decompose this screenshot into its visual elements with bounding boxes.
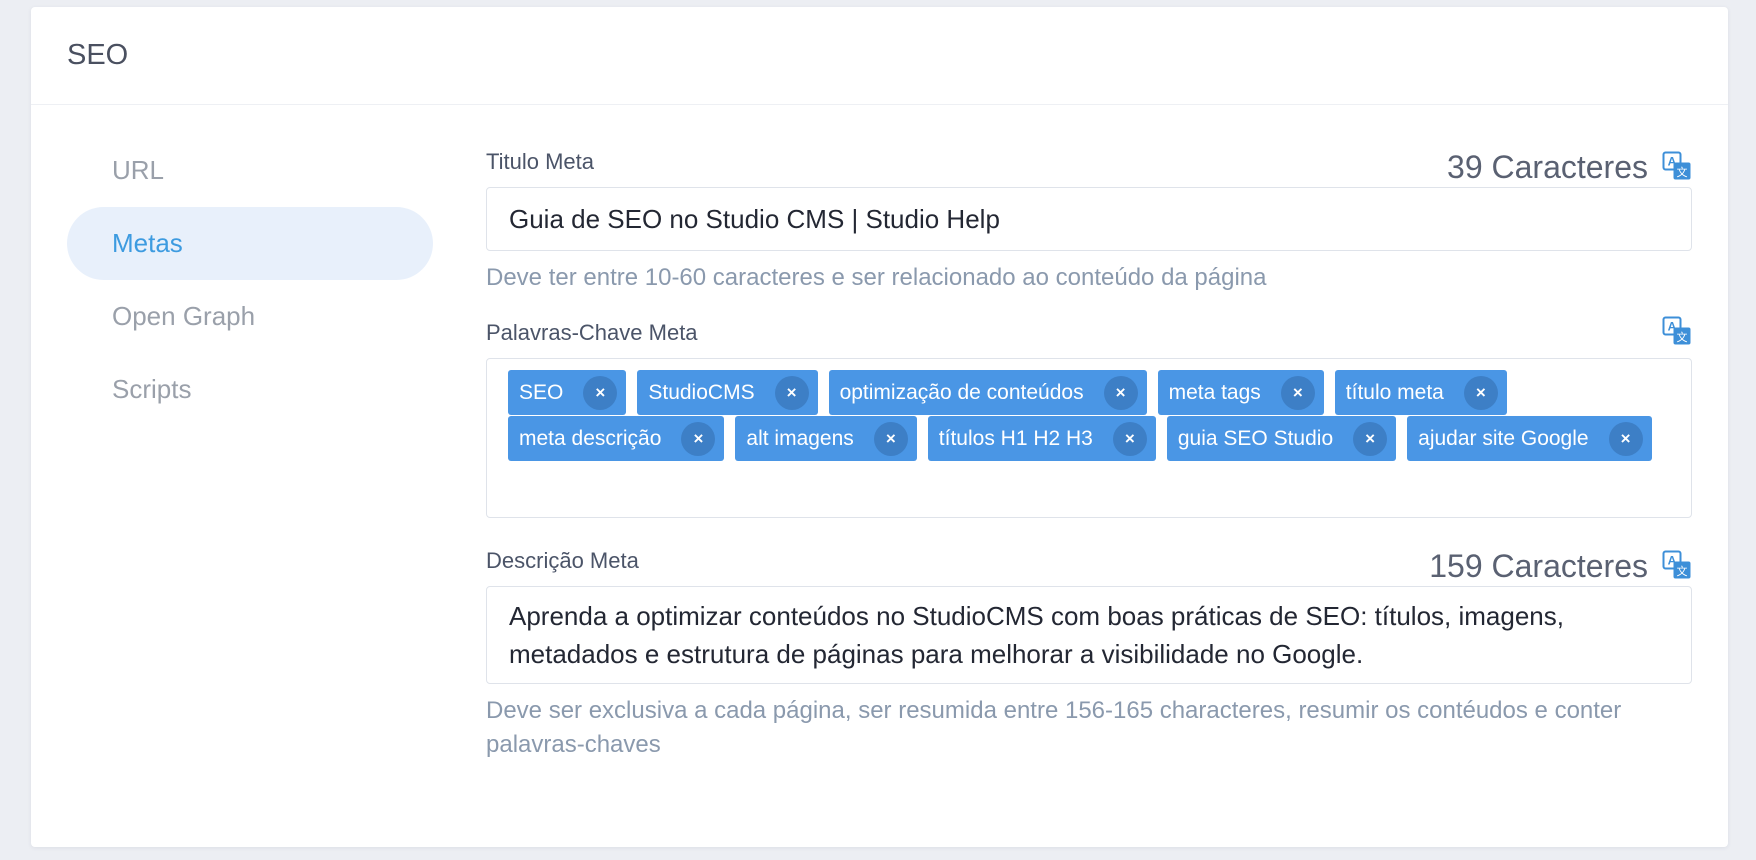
translate-icon[interactable]: A 文: [1662, 151, 1692, 181]
remove-tag-icon[interactable]: ×: [1608, 421, 1643, 456]
meta-title-char-count: 39 Caracteres: [1447, 149, 1648, 185]
meta-description-hint: Deve ser exclusiva a cada página, ser re…: [486, 697, 1622, 758]
keyword-tag: alt imagens ×: [735, 416, 917, 461]
meta-description-tools: 159 Caracteres A 文: [1429, 544, 1692, 585]
sidebar-item-url[interactable]: URL: [67, 134, 433, 207]
keyword-tag-label: optimização de conteúdos: [839, 380, 1084, 404]
sidebar-item-scripts[interactable]: Scripts: [67, 353, 433, 426]
sidebar-item-open-graph[interactable]: Open Graph: [67, 280, 433, 353]
meta-keywords-tools: A 文: [1662, 316, 1692, 346]
remove-tag-icon[interactable]: ×: [1112, 421, 1147, 456]
keyword-tag: guia SEO Studio ×: [1166, 416, 1397, 461]
keyword-tag-label: título meta: [1345, 380, 1444, 404]
remove-tag-icon[interactable]: ×: [774, 375, 809, 410]
meta-description-text: Aprenda a optimizar conteúdos no StudioC…: [509, 601, 1564, 669]
remove-tag-icon[interactable]: ×: [873, 421, 908, 456]
keyword-tag: StudioCMS ×: [637, 370, 818, 415]
meta-keywords-header: Palavras-Chave Meta A 文: [486, 316, 1692, 358]
remove-tag-icon[interactable]: ×: [1280, 375, 1315, 410]
keyword-tag-label: meta tags: [1168, 380, 1261, 404]
meta-title-input[interactable]: Guia de SEO no Studio CMS | Studio Help: [486, 187, 1692, 251]
svg-text:文: 文: [1677, 564, 1688, 578]
keyword-tag: títulos H1 H2 H3 ×: [927, 416, 1156, 461]
meta-title-header: Titulo Meta 39 Caracteres A 文: [486, 145, 1692, 187]
keyword-tag-label: meta descrição: [519, 426, 662, 450]
keyword-tag-label: guia SEO Studio: [1177, 426, 1334, 450]
panel-header: SEO: [31, 7, 1728, 105]
seo-sidebar: URL Metas Open Graph Scripts: [67, 134, 433, 426]
meta-description-char-count: 159 Caracteres: [1429, 548, 1648, 584]
remove-tag-icon[interactable]: ×: [583, 375, 618, 410]
meta-description-field: Descrição Meta 159 Caracteres A 文 Aprend…: [486, 544, 1692, 762]
remove-tag-icon[interactable]: ×: [1353, 421, 1388, 456]
keyword-tag: título meta ×: [1334, 370, 1507, 415]
meta-title-hint: Deve ter entre 10-60 caracteres e ser re…: [486, 264, 1267, 291]
keyword-tag: SEO ×: [508, 370, 627, 415]
keyword-tag: ajudar site Google ×: [1407, 416, 1652, 461]
seo-panel: SEO URL Metas Open Graph Scripts Titulo …: [31, 7, 1728, 847]
svg-text:文: 文: [1677, 330, 1688, 344]
meta-keywords-field: Palavras-Chave Meta A 文 SEO × StudioCMS × op…: [486, 316, 1692, 518]
remove-tag-icon[interactable]: ×: [681, 421, 716, 456]
keyword-tag-label: StudioCMS: [648, 380, 755, 404]
translate-icon[interactable]: A 文: [1662, 550, 1692, 580]
meta-title-label: Titulo Meta: [486, 149, 595, 174]
sidebar-item-metas[interactable]: Metas: [67, 207, 433, 280]
resize-handle-icon[interactable]: [1675, 667, 1689, 681]
keyword-tag-label: títulos H1 H2 H3: [938, 426, 1093, 450]
keyword-tag: meta descrição ×: [508, 416, 725, 461]
svg-text:文: 文: [1677, 165, 1688, 179]
meta-title-field: Titulo Meta 39 Caracteres A 文 Guia de SE…: [486, 145, 1692, 295]
remove-tag-icon[interactable]: ×: [1463, 375, 1498, 410]
keyword-tag-label: alt imagens: [746, 426, 854, 450]
translate-icon[interactable]: A 文: [1662, 316, 1692, 346]
keyword-tag: meta tags ×: [1157, 370, 1324, 415]
keyword-tag-label: ajudar site Google: [1418, 426, 1589, 450]
panel-title: SEO: [67, 39, 129, 71]
keyword-tag: optimização de conteúdos ×: [828, 370, 1147, 415]
meta-keywords-input[interactable]: SEO × StudioCMS × optimização de conteúdos × m…: [486, 358, 1692, 518]
keyword-tag-label: SEO: [519, 380, 564, 404]
meta-title-tools: 39 Caracteres A 文: [1447, 145, 1692, 186]
meta-keywords-label: Palavras-Chave Meta: [486, 320, 698, 345]
remove-tag-icon[interactable]: ×: [1103, 375, 1138, 410]
meta-description-label: Descrição Meta: [486, 548, 639, 573]
metas-form: Titulo Meta 39 Caracteres A 文 Guia de SE…: [486, 145, 1692, 762]
meta-description-header: Descrição Meta 159 Caracteres A 文: [486, 544, 1692, 586]
meta-description-textarea[interactable]: Aprenda a optimizar conteúdos no StudioC…: [486, 586, 1692, 684]
